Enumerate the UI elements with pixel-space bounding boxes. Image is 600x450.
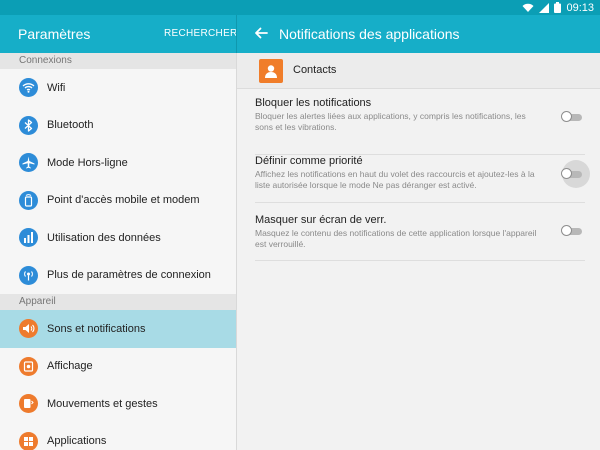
- app-name: Contacts: [293, 64, 337, 76]
- option-description: Affichez les notifications en haut du vo…: [255, 169, 535, 190]
- toggle-switch-hide[interactable]: [561, 225, 583, 236]
- option-title: Masquer sur écran de verr.: [255, 214, 387, 226]
- apps-icon: [19, 431, 38, 450]
- settings-title: Paramètres: [18, 26, 91, 42]
- toggle-switch-block[interactable]: [561, 111, 583, 122]
- sidebar-item-label: Wifi: [47, 81, 66, 94]
- sidebar-item-hotspot[interactable]: Point d'accès mobile et modem: [0, 182, 236, 220]
- toggle-switch-priority[interactable]: [561, 168, 583, 179]
- app-header-row: Contacts: [237, 53, 600, 89]
- back-arrow-icon[interactable]: [252, 24, 270, 42]
- sidebar-item-sounds-notifications[interactable]: Sons et notifications: [0, 310, 236, 348]
- option-hide-on-lock-screen[interactable]: Masquer sur écran de verr. Masquez le co…: [255, 214, 585, 261]
- option-set-priority[interactable]: Définir comme priorité Affichez les noti…: [255, 155, 590, 203]
- detail-pane: Contacts Bloquer les notifications Bloqu…: [237, 53, 600, 450]
- airplane-icon: [19, 153, 38, 173]
- sidebar-item-display[interactable]: Affichage: [0, 348, 236, 386]
- status-bar: 09:13: [0, 0, 600, 15]
- option-description: Masquez le contenu des notifications de …: [255, 228, 537, 249]
- more-connections-icon: [19, 265, 38, 285]
- option-title: Définir comme priorité: [255, 155, 363, 167]
- motion-icon: [19, 394, 38, 414]
- sidebar-item-label: Mode Hors-ligne: [47, 156, 128, 169]
- header-divider: [236, 15, 237, 53]
- sidebar-item-bluetooth[interactable]: Bluetooth: [0, 107, 236, 145]
- search-button[interactable]: RECHERCHER: [164, 28, 238, 39]
- data-usage-icon: [19, 228, 38, 248]
- display-icon: [19, 356, 38, 376]
- sidebar-item-label: Applications: [47, 435, 107, 448]
- option-block-notifications[interactable]: Bloquer les notifications Bloquer les al…: [255, 97, 585, 155]
- sidebar-item-airplane-mode[interactable]: Mode Hors-ligne: [0, 144, 236, 182]
- sidebar-item-label: Affichage: [47, 360, 93, 373]
- toggle-thumb: [561, 168, 572, 179]
- section-header-appareil: Appareil: [0, 294, 236, 310]
- sidebar-item-label: Utilisation des données: [47, 231, 161, 244]
- battery-icon: [554, 2, 562, 13]
- toggle-thumb: [561, 111, 572, 122]
- sidebar-item-label: Plus de paramètres de connexion: [47, 269, 211, 282]
- option-description: Bloquer les alertes liées aux applicatio…: [255, 111, 526, 132]
- toggle-thumb: [561, 225, 572, 236]
- sidebar-item-applications[interactable]: Applications: [0, 423, 236, 450]
- contacts-icon: [259, 59, 283, 83]
- app-header: Paramètres RECHERCHER Notifications des …: [0, 15, 600, 53]
- wifi-signal-icon: [522, 3, 534, 13]
- sidebar-item-data-usage[interactable]: Utilisation des données: [0, 219, 236, 257]
- sidebar-item-label: Sons et notifications: [47, 322, 146, 335]
- cell-signal-icon: [539, 2, 550, 13]
- option-title: Bloquer les notifications: [255, 97, 372, 109]
- sidebar-item-wifi[interactable]: Wifi: [0, 69, 236, 107]
- bluetooth-icon: [19, 115, 38, 135]
- settings-sidebar: Connexions Wifi Bluetooth Mode Hors-lign…: [0, 53, 237, 450]
- status-icons: 09:13: [522, 1, 594, 14]
- sidebar-item-more-connections[interactable]: Plus de paramètres de connexion: [0, 257, 236, 295]
- page-title: Notifications des applications: [279, 26, 460, 42]
- section-header-connexions: Connexions: [0, 53, 236, 69]
- hotspot-icon: [19, 190, 38, 210]
- wifi-icon: [19, 78, 38, 98]
- sidebar-item-motion[interactable]: Mouvements et gestes: [0, 385, 236, 423]
- sidebar-item-label: Point d'accès mobile et modem: [47, 194, 200, 207]
- sidebar-item-label: Bluetooth: [47, 119, 94, 132]
- sidebar-item-label: Mouvements et gestes: [47, 397, 158, 410]
- status-time: 09:13: [566, 1, 594, 14]
- sound-icon: [19, 319, 38, 339]
